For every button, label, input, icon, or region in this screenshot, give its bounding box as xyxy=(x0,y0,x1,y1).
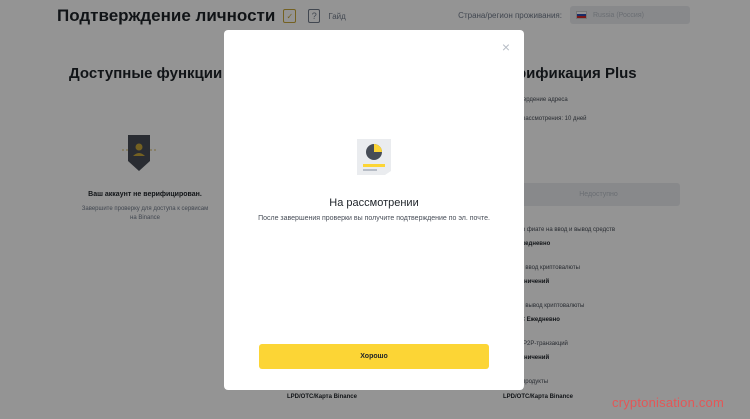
close-icon[interactable]: × xyxy=(502,40,510,54)
under-review-modal: × На рассмотрении После завершения прове… xyxy=(224,30,524,390)
modal-title: На рассмотрении xyxy=(329,197,419,209)
ok-button[interactable]: Хорошо xyxy=(259,344,489,369)
document-review-icon xyxy=(357,139,391,175)
watermark-text: cryptonisation.com xyxy=(612,395,724,410)
modal-description: После завершения проверки вы получите по… xyxy=(258,215,490,222)
